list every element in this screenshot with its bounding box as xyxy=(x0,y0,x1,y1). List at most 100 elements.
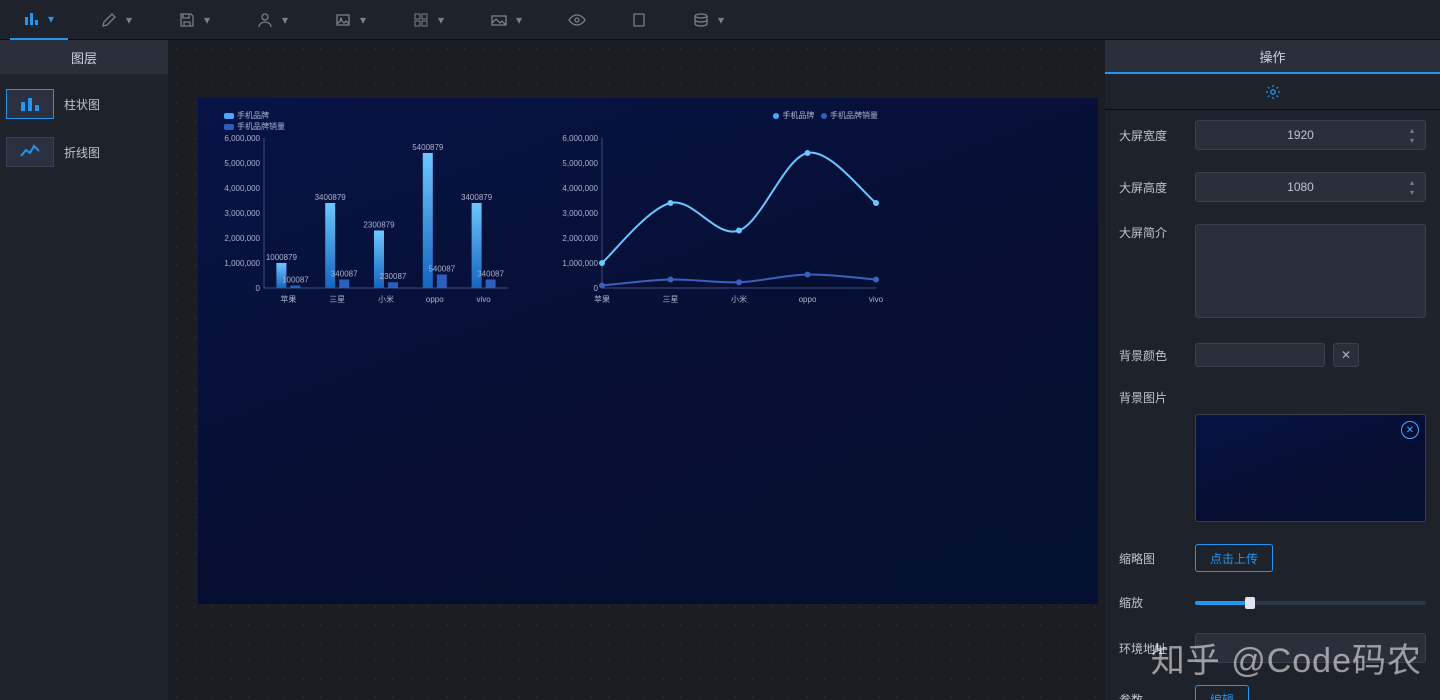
bgcolor-swatch[interactable] xyxy=(1195,343,1325,367)
prop-thumb-label: 缩略图 xyxy=(1119,550,1195,567)
svg-text:三星: 三星 xyxy=(663,295,679,304)
step-up-icon[interactable]: ▴ xyxy=(1405,177,1419,187)
toolbar-grid-button[interactable]: ▾ xyxy=(400,0,458,40)
properties-panel: 操作 大屏宽度 ▴▾ 大屏高度 ▴▾ 大屏简介 背景颜色 ✕ xyxy=(1105,40,1440,700)
toolbar-db-button[interactable]: ▾ xyxy=(680,0,738,40)
layer-item-label: 柱状图 xyxy=(64,96,100,113)
svg-text:340087: 340087 xyxy=(477,269,504,278)
chevron-down-icon: ▾ xyxy=(514,15,524,25)
param-edit-button[interactable]: 编辑 xyxy=(1195,685,1249,700)
svg-text:小米: 小米 xyxy=(378,294,394,304)
layer-item-bar[interactable]: 柱状图 xyxy=(6,82,162,126)
chevron-down-icon: ▾ xyxy=(46,14,56,24)
svg-text:0: 0 xyxy=(256,284,261,293)
database-icon xyxy=(692,11,710,29)
step-down-icon[interactable]: ▾ xyxy=(1405,135,1419,145)
chevron-down-icon: ▾ xyxy=(124,15,134,25)
svg-text:0: 0 xyxy=(594,284,599,293)
desc-textarea[interactable] xyxy=(1195,224,1426,318)
line-chart-icon xyxy=(6,137,54,167)
svg-text:vivo: vivo xyxy=(476,295,491,304)
device-icon xyxy=(630,11,648,29)
zoom-slider[interactable] xyxy=(1195,601,1426,605)
canvas-area[interactable]: 手机品牌 手机品牌销量 01,000,0002,000,0003,000,000… xyxy=(168,40,1105,700)
svg-text:3,000,000: 3,000,000 xyxy=(562,209,598,218)
toolbar-edit-button[interactable]: ▾ xyxy=(88,0,146,40)
height-input[interactable]: ▴▾ xyxy=(1195,172,1426,202)
save-icon xyxy=(178,11,196,29)
layer-panel-title: 图层 xyxy=(0,40,168,74)
layer-panel: 图层 柱状图 折线图 xyxy=(0,40,168,700)
step-down-icon[interactable]: ▾ xyxy=(1405,187,1419,197)
step-up-icon[interactable]: ▴ xyxy=(1405,125,1419,135)
toolbar-user-button[interactable]: ▾ xyxy=(244,0,302,40)
prop-width-label: 大屏宽度 xyxy=(1119,127,1195,144)
svg-text:2,000,000: 2,000,000 xyxy=(562,234,598,243)
bgimg-delete-button[interactable]: ✕ xyxy=(1401,421,1419,439)
svg-text:oppo: oppo xyxy=(426,295,444,304)
prop-env-label: 环境地址 xyxy=(1119,640,1195,657)
chevron-down-icon: ▾ xyxy=(716,15,726,25)
width-input[interactable]: ▴▾ xyxy=(1195,120,1426,150)
properties-tabs xyxy=(1105,74,1440,110)
svg-text:6,000,000: 6,000,000 xyxy=(562,134,598,143)
top-toolbar: ▾ ▾ ▾ ▾ ▾ ▾ ▾ ▾ xyxy=(0,0,1440,40)
svg-text:1,000,000: 1,000,000 xyxy=(224,259,260,268)
svg-text:小米: 小米 xyxy=(731,294,747,304)
toolbar-save-button[interactable]: ▾ xyxy=(166,0,224,40)
svg-text:苹果: 苹果 xyxy=(280,294,296,304)
svg-text:6,000,000: 6,000,000 xyxy=(224,134,260,143)
svg-text:vivo: vivo xyxy=(869,295,884,304)
properties-panel-title: 操作 xyxy=(1105,40,1440,74)
pen-icon xyxy=(100,11,118,29)
grid-icon xyxy=(412,11,430,29)
height-field[interactable] xyxy=(1196,180,1405,194)
svg-text:4,000,000: 4,000,000 xyxy=(224,184,260,193)
prop-height-label: 大屏高度 xyxy=(1119,179,1195,196)
env-input[interactable] xyxy=(1195,633,1426,663)
layer-item-line[interactable]: 折线图 xyxy=(6,130,162,174)
close-icon: ✕ xyxy=(1341,348,1351,362)
upload-thumb-button[interactable]: 点击上传 xyxy=(1195,544,1273,572)
svg-text:5,000,000: 5,000,000 xyxy=(224,159,260,168)
chevron-down-icon: ▾ xyxy=(358,15,368,25)
svg-text:3,000,000: 3,000,000 xyxy=(224,209,260,218)
layer-item-label: 折线图 xyxy=(64,144,100,161)
svg-text:4,000,000: 4,000,000 xyxy=(562,184,598,193)
chart-bar-icon xyxy=(22,10,40,28)
width-field[interactable] xyxy=(1196,128,1405,142)
toolbar-chart-button[interactable]: ▾ xyxy=(10,0,68,40)
svg-text:340087: 340087 xyxy=(331,269,358,278)
svg-text:5,000,000: 5,000,000 xyxy=(562,159,598,168)
svg-text:3400879: 3400879 xyxy=(461,193,493,202)
prop-param-label: 参数 xyxy=(1119,691,1195,700)
svg-text:3400879: 3400879 xyxy=(315,193,347,202)
svg-text:1000879: 1000879 xyxy=(266,253,298,262)
prop-bgimg-label: 背景图片 xyxy=(1119,389,1195,406)
toolbar-picture-button[interactable]: ▾ xyxy=(478,0,536,40)
picture-icon xyxy=(490,11,508,29)
prop-desc-label: 大屏简介 xyxy=(1119,224,1195,241)
eye-icon xyxy=(568,11,586,29)
bar-chart-widget[interactable]: 手机品牌 手机品牌销量 01,000,0002,000,0003,000,000… xyxy=(214,108,514,308)
svg-text:2,000,000: 2,000,000 xyxy=(224,234,260,243)
chevron-down-icon: ▾ xyxy=(202,15,212,25)
line-chart-widget[interactable]: 手机品牌 手机品牌销量 01,000,0002,000,0003,000,000… xyxy=(548,108,888,308)
bgimg-preview[interactable]: ✕ xyxy=(1195,414,1426,522)
prop-bgcolor-label: 背景颜色 xyxy=(1119,347,1195,364)
svg-text:100087: 100087 xyxy=(282,275,309,284)
dashboard-screen[interactable]: 手机品牌 手机品牌销量 01,000,0002,000,0003,000,000… xyxy=(198,98,1098,604)
chevron-down-icon: ▾ xyxy=(280,15,290,25)
toolbar-preview-button[interactable] xyxy=(556,0,598,40)
image-icon xyxy=(334,11,352,29)
svg-text:苹果: 苹果 xyxy=(594,294,610,304)
toolbar-image-button[interactable]: ▾ xyxy=(322,0,380,40)
zoom-slider-knob[interactable] xyxy=(1245,597,1255,609)
close-circle-icon: ✕ xyxy=(1406,425,1414,436)
toolbar-device-button[interactable] xyxy=(618,0,660,40)
svg-text:三星: 三星 xyxy=(329,295,345,304)
bar-chart-icon xyxy=(6,89,54,119)
gear-icon[interactable] xyxy=(1265,84,1281,100)
bgcolor-clear-button[interactable]: ✕ xyxy=(1333,343,1359,367)
prop-zoom-label: 缩放 xyxy=(1119,594,1195,611)
